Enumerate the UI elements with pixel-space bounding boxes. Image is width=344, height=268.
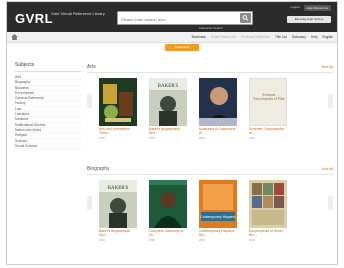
cover-text: BAKER'S	[158, 84, 179, 89]
book-item[interactable]: BAKER'S Baker's Biographical Dict... 200…	[99, 180, 137, 242]
section-title: Arts	[87, 64, 96, 70]
library-selector[interactable]: Ellensbg High School	[287, 16, 331, 23]
cover-art	[99, 78, 137, 126]
book-carousel: Arts and Humanities Throu... 2004 BAKER'…	[99, 78, 323, 148]
header-bar: GVRL Gale Virtual Reference Library Adva…	[7, 2, 337, 32]
home-icon[interactable]	[11, 34, 18, 40]
book-item[interactable]: Musicians & Composers of ... 2008	[199, 78, 237, 140]
book-item[interactable]: Complete Dictionary of Sc... 2008	[149, 180, 187, 242]
book-title[interactable]: Musicians & Composers of ...	[199, 127, 237, 136]
collections-button[interactable]: Collections	[165, 44, 199, 51]
carousel-prev-arrow[interactable]	[87, 94, 92, 108]
book-year: 2004	[249, 238, 255, 242]
book-year: 2008	[199, 136, 205, 140]
book-title[interactable]: Contemporary Hispanic Bio...	[199, 229, 237, 238]
dictionary-link[interactable]: Dictionary	[292, 35, 306, 39]
search-input[interactable]	[121, 15, 239, 23]
book-title[interactable]: Arts and Humanities Throu...	[99, 127, 137, 136]
logout-link[interactable]: Logout	[290, 5, 299, 11]
search-box	[117, 11, 253, 25]
carousel-prev-arrow[interactable]	[87, 196, 92, 210]
biography-section: Biography View All BAKER'S Baker's Biogr…	[87, 166, 333, 262]
cover-art: BAKER'S	[99, 180, 137, 228]
cover-art: Contemporary Hispanic	[199, 180, 237, 228]
cover-text: Contemporary Hispanic	[200, 215, 236, 219]
book-item[interactable]: Encyclopedia of World Bio... 2004	[249, 180, 287, 242]
book-year: 2001	[149, 136, 155, 140]
book-year: 2003	[199, 238, 205, 242]
book-item[interactable]: Schirmer Encyclopedia of Film Schirmer E…	[249, 78, 287, 140]
subjects-sidebar: Subjects Arts Biography Business Environ…	[15, 62, 81, 198]
cover-art	[249, 180, 287, 228]
book-title[interactable]: Schirmer Encyclopedia of ...	[249, 127, 287, 136]
cover-art	[149, 180, 187, 228]
carousel-next-arrow[interactable]	[328, 94, 333, 108]
subject-item-social-science[interactable]: Social Science	[15, 144, 81, 150]
book-cover[interactable]: Schirmer Encyclopedia of Film	[249, 78, 287, 126]
cover-text: Schirmer Encyclopedia of Film	[253, 93, 285, 102]
help-resources-menu[interactable]: Help Resources	[303, 5, 331, 11]
book-cover[interactable]	[99, 78, 137, 126]
book-year: 2004	[99, 136, 105, 140]
book-cover[interactable]: BAKER'S	[149, 78, 187, 126]
book-title[interactable]: Baker's Biographical Dict...	[149, 127, 187, 136]
section-title: Biography	[87, 166, 110, 172]
cover-art	[199, 78, 237, 126]
toolbar: Bookmark Email Fraction Kit Purchase Ref…	[7, 32, 337, 43]
book-item[interactable]: BAKER'S Baker's Biographical Dict... 200…	[149, 78, 187, 140]
book-title[interactable]: Complete Dictionary of Sc...	[149, 229, 187, 238]
gvrl-logo[interactable]: GVRL	[15, 11, 53, 26]
section-divider	[87, 174, 333, 175]
view-all-link[interactable]: View All	[321, 167, 333, 171]
search-button[interactable]	[240, 13, 251, 23]
carousel-next-arrow[interactable]	[328, 196, 333, 210]
arts-section: Arts View All Arts and Humanities Throu.…	[87, 64, 333, 156]
book-item[interactable]: Arts and Humanities Throu... 2004	[99, 78, 137, 140]
book-cover[interactable]	[199, 78, 237, 126]
book-cover[interactable]	[149, 180, 187, 228]
toolbar-items: Bookmark Email Fraction Kit Purchase Ref…	[192, 35, 333, 39]
subject-list: Arts Biography Business Environment Gene…	[15, 75, 81, 150]
top-links: Logout Help Resources	[290, 5, 331, 11]
section-divider	[87, 72, 333, 73]
view-all-link[interactable]: View All	[321, 65, 333, 69]
search-icon	[242, 15, 249, 21]
book-year: 2008	[149, 238, 155, 242]
sidebar-title: Subjects	[15, 62, 81, 72]
book-title[interactable]: Encyclopedia of World Bio...	[249, 229, 287, 238]
book-cover[interactable]	[249, 180, 287, 228]
logo-subtitle: Gale Virtual Reference Library	[51, 11, 105, 16]
email-link[interactable]: Email Fraction Kit	[211, 35, 236, 39]
title-list-link[interactable]: Title List	[275, 35, 287, 39]
language-selector[interactable]: English	[323, 35, 333, 39]
book-title[interactable]: Baker's Biographical Dict...	[99, 229, 137, 238]
book-cover[interactable]: Contemporary Hispanic	[199, 180, 237, 228]
cover-text: BAKER'S	[108, 186, 129, 191]
help-link[interactable]: Help	[311, 35, 318, 39]
book-year: 2007	[249, 136, 255, 140]
cover-art: BAKER'S	[149, 78, 187, 126]
bookmark-link[interactable]: Bookmark	[192, 35, 206, 39]
book-item[interactable]: Contemporary Hispanic Contemporary Hispa…	[199, 180, 237, 242]
browser-frame: GVRL Gale Virtual Reference Library Adva…	[6, 1, 338, 265]
book-year: 2001	[99, 238, 105, 242]
advanced-search-link[interactable]: Advanced Search	[199, 26, 223, 30]
purchase-link[interactable]: Purchase Reference	[241, 35, 270, 39]
book-cover[interactable]: BAKER'S	[99, 180, 137, 228]
book-carousel: BAKER'S Baker's Biographical Dict... 200…	[99, 180, 323, 250]
